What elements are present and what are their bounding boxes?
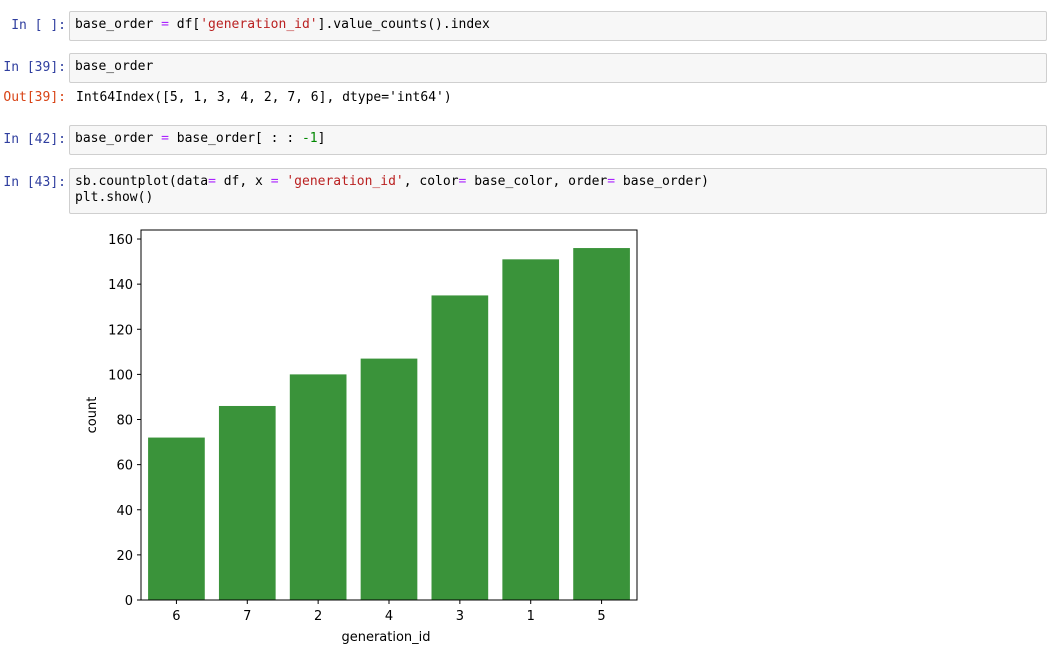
- code-input[interactable]: base_order: [69, 53, 1047, 83]
- code-token: base_order: [75, 131, 162, 146]
- y-tick-label: 40: [116, 504, 133, 519]
- code-token: base_order: [75, 59, 154, 74]
- code-input[interactable]: base_order = base_order[ : : -1]: [69, 125, 1047, 155]
- code-input[interactable]: sb.countplot(data= df, x = 'generation_i…: [69, 168, 1047, 214]
- code-token: df[: [168, 17, 201, 32]
- input-prompt: In [43]:: [3, 175, 66, 190]
- y-tick-label: 100: [108, 368, 133, 383]
- code-token: =: [208, 174, 216, 189]
- y-tick-label: 20: [116, 549, 133, 564]
- bar-5: [573, 248, 630, 601]
- y-tick-label: 80: [116, 414, 133, 429]
- code-token: =: [161, 17, 169, 32]
- code-line: base_order = base_order[ : : -1]: [75, 131, 1041, 147]
- code-line: sb.countplot(data= df, x = 'generation_i…: [75, 174, 1041, 190]
- code-token: =: [161, 131, 169, 146]
- x-tick-label: 2: [314, 609, 322, 624]
- code-token: =: [607, 174, 616, 189]
- code-line: base_order: [75, 59, 1041, 75]
- code-token: ]: [317, 131, 326, 146]
- code-token: 'generation_id': [200, 17, 318, 32]
- code-line: plt.show(): [75, 190, 1041, 206]
- input-prompt: In [39]:: [3, 60, 66, 75]
- y-tick-label: 120: [108, 323, 133, 338]
- input-prompt: In [ ]:: [11, 18, 66, 33]
- code-token: base_order[ : :: [168, 131, 302, 146]
- code-token: base_order): [615, 174, 710, 189]
- x-axis-label: generation_id: [341, 630, 430, 645]
- code-token: sb.countplot(data: [75, 174, 209, 189]
- bar-2: [289, 374, 347, 600]
- y-axis-label: count: [85, 397, 100, 434]
- output-prompt: Out[39]:: [3, 90, 66, 105]
- bar-3: [431, 295, 489, 600]
- code-input[interactable]: base_order = df['generation_id'].value_c…: [69, 11, 1047, 41]
- countplot-chart: 0 20 40 60 80 100 120 140 160 6 7 2 4 3 1 5 count gene…: [85, 229, 638, 645]
- code-token: 'generation_id': [286, 174, 404, 189]
- y-tick-label: 160: [108, 233, 133, 248]
- x-tick-label: 5: [597, 609, 605, 624]
- code-token: base_order: [75, 17, 162, 32]
- bar-6: [148, 437, 205, 600]
- x-tick-label: 6: [172, 609, 180, 624]
- code-token: base_color, order: [466, 174, 608, 189]
- code-token: =: [270, 174, 279, 189]
- x-tick-label: 1: [527, 609, 535, 624]
- y-tick-label: 60: [116, 459, 133, 474]
- output-text: Int64Index([5, 1, 3, 4, 2, 7, 6], dtype=…: [76, 90, 452, 105]
- y-tick-label: 0: [125, 594, 133, 609]
- code-line: base_order = df['generation_id'].value_c…: [75, 17, 1041, 33]
- bar-7: [218, 405, 276, 600]
- code-token: , color: [403, 174, 459, 189]
- bar-1: [502, 259, 560, 600]
- input-prompt: In [42]:: [3, 132, 66, 147]
- y-tick-label: 140: [108, 278, 133, 293]
- code-token: df, x: [215, 174, 271, 189]
- x-tick-label: 3: [456, 609, 464, 624]
- x-tick-label: 4: [385, 609, 393, 624]
- code-token: -1: [301, 131, 318, 146]
- x-tick-label: 7: [243, 609, 251, 624]
- code-token: ].value_counts().index: [317, 17, 490, 32]
- bar-4: [360, 358, 418, 600]
- code-token: plt.show(): [75, 190, 154, 205]
